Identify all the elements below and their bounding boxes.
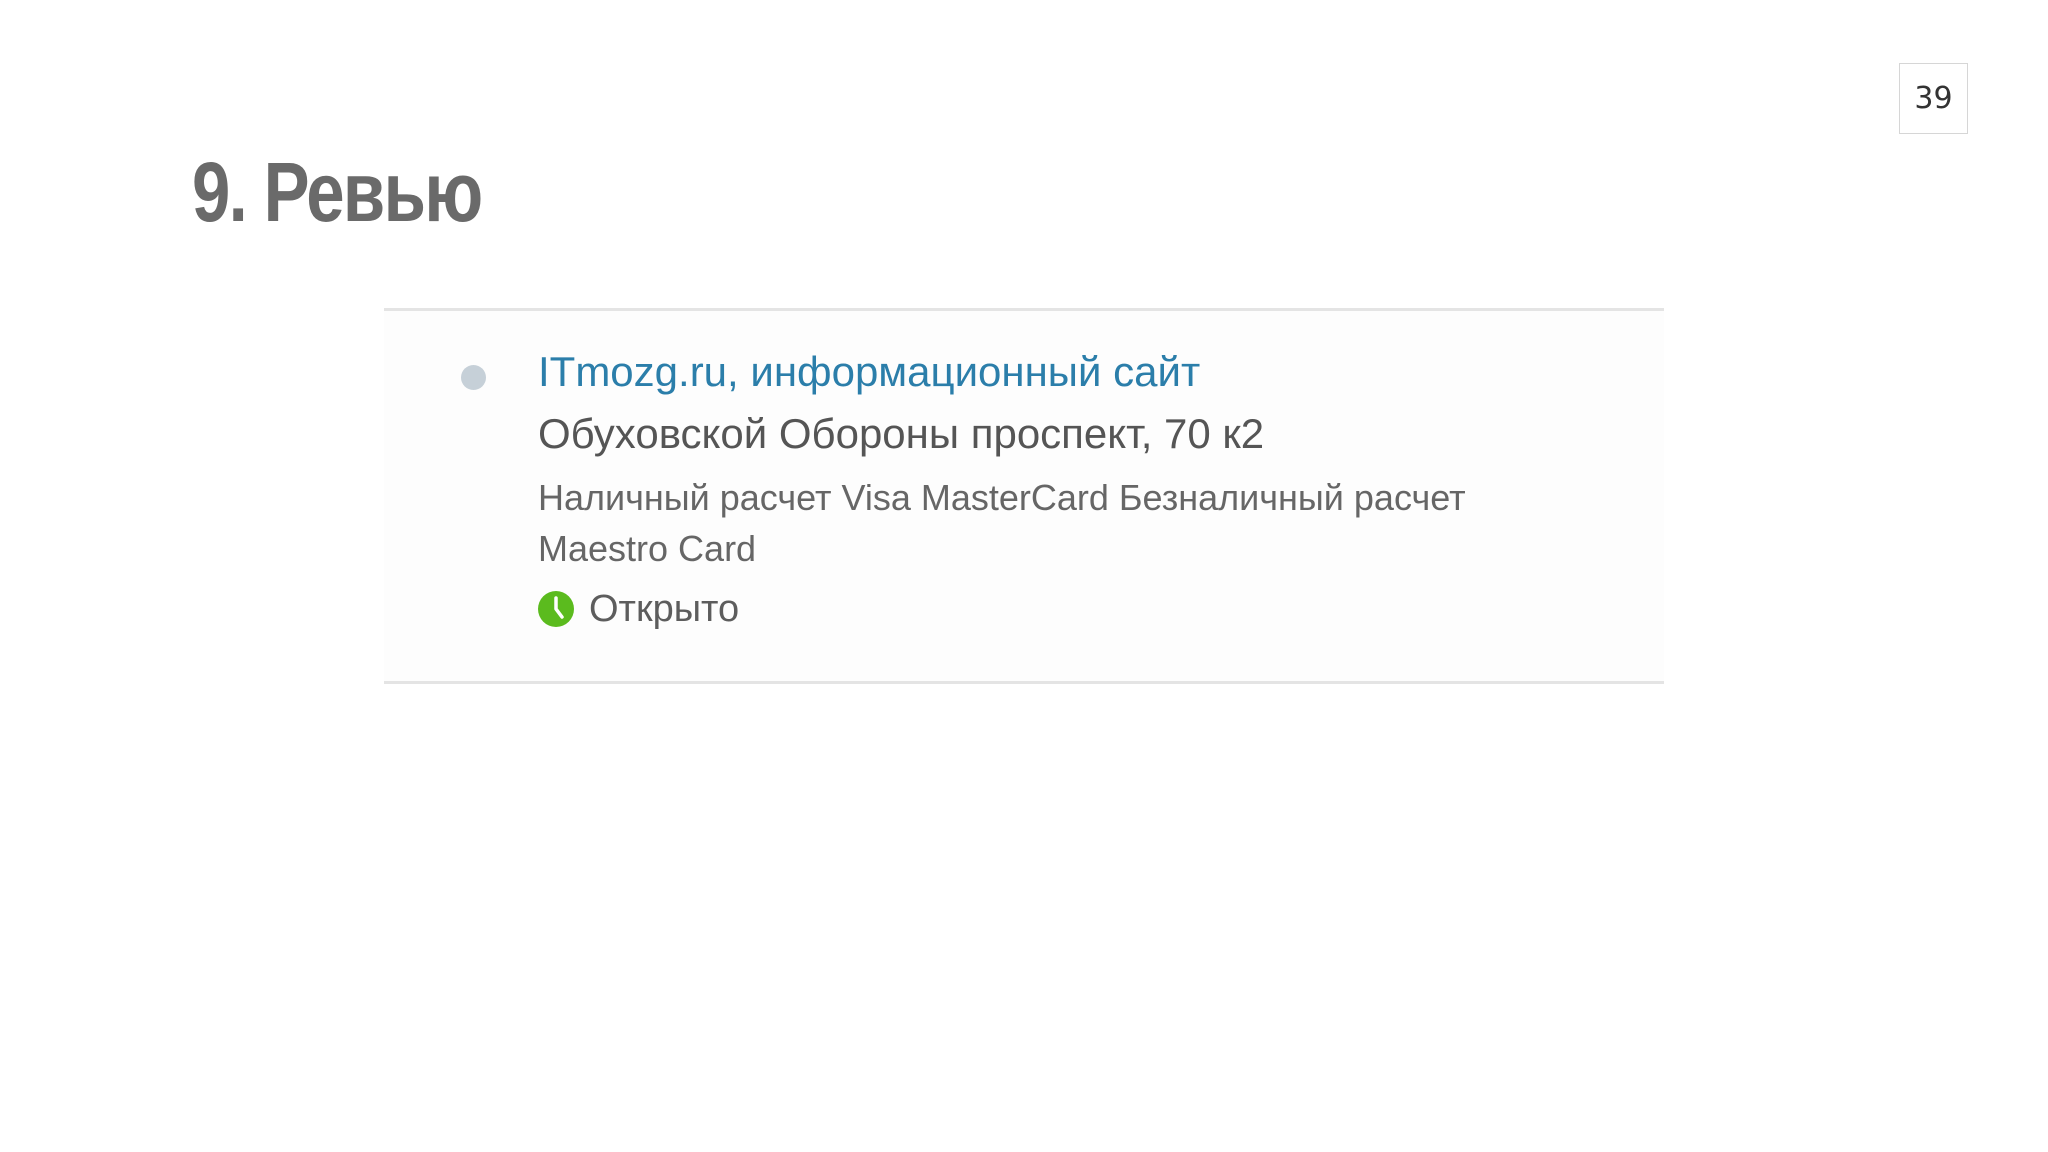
business-listing-card: ITmozg.ru, информационный сайт Обуховско… — [384, 308, 1664, 684]
page-number: 39 — [1899, 63, 1968, 134]
slide-title: 9. Ревью — [192, 145, 483, 239]
bottom-divider — [384, 681, 1664, 684]
organization-name-link[interactable]: ITmozg.ru, информационный сайт — [538, 346, 1598, 398]
top-divider — [384, 308, 1664, 311]
listing-marker-dot — [461, 365, 486, 390]
listing-details: ITmozg.ru, информационный сайт Обуховско… — [538, 346, 1598, 634]
payment-methods-text: Наличный расчет Visa MasterCard Безналич… — [538, 477, 1466, 569]
status-label: Открыто — [589, 587, 740, 630]
clock-icon — [538, 591, 574, 627]
address-text: Обуховской Обороны проспект, 70 к2 — [538, 410, 1265, 457]
opening-status: Открыто — [538, 584, 1598, 634]
